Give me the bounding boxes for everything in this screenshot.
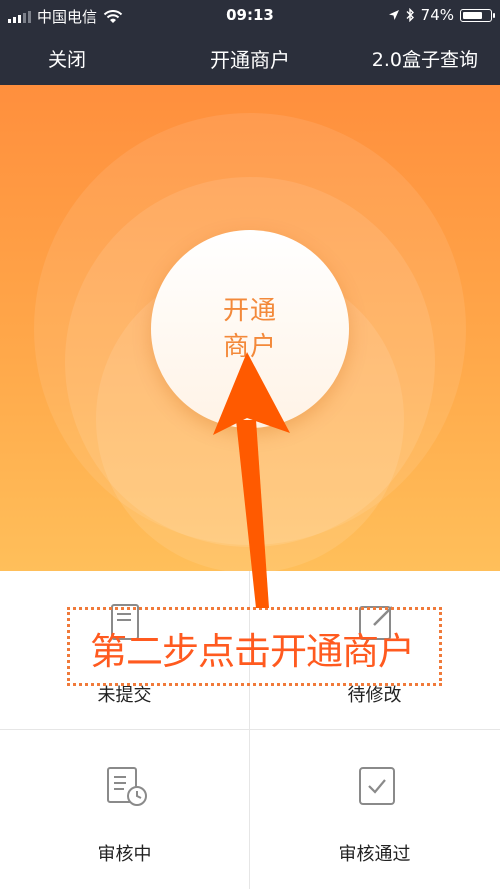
status-bar: 中国电信 09:13 74% — [0, 0, 500, 30]
grid-item-under-review[interactable]: 审核中 — [0, 730, 249, 888]
annotation-text: 第二步点击开通商户 — [90, 630, 415, 673]
grid-item-label: 审核通过 — [338, 844, 411, 865]
document-clock-icon — [107, 767, 147, 806]
open-merchant-label-line1: 开通 — [222, 296, 277, 326]
open-merchant-label: 开通 商户 — [220, 293, 280, 365]
checkbox-icon — [359, 767, 395, 805]
hero-section: 开通 商户 — [0, 85, 500, 571]
battery-percent: 74% — [420, 6, 454, 24]
nav-bar: 关闭 开通商户 2.0盒子查询 — [0, 30, 500, 85]
battery-icon — [460, 8, 495, 22]
grid-item-approved[interactable]: 审核通过 — [250, 730, 499, 888]
status-right: 74% — [388, 6, 495, 24]
bluetooth-icon — [406, 8, 414, 22]
location-arrow-icon — [388, 10, 399, 20]
open-merchant-label-line2: 商户 — [222, 332, 277, 362]
open-merchant-button[interactable]: 开通 商户 — [151, 230, 349, 428]
grid-item-label: 审核中 — [97, 844, 152, 865]
box-query-button[interactable]: 2.0盒子查询 — [372, 45, 478, 72]
